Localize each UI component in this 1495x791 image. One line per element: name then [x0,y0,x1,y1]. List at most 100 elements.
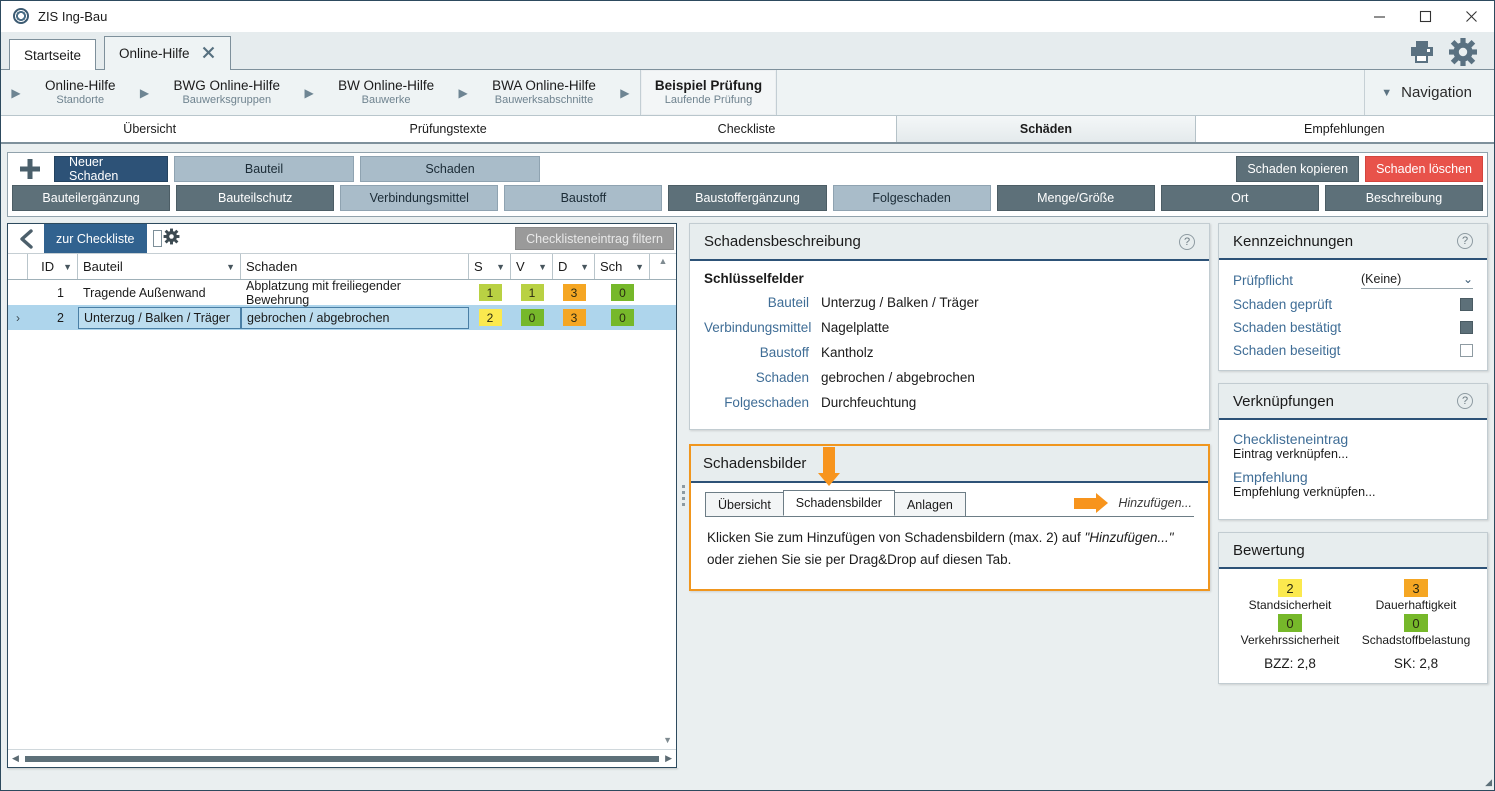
link-checklisteneintrag-sub[interactable]: Eintrag verknüpfen... [1233,447,1473,461]
breadcrumb-title: Online-Hilfe [45,77,116,93]
neuer-schaden-button[interactable]: Neuer Schaden [54,155,168,183]
print-icon[interactable] [1408,39,1436,65]
tab-label: Anlagen [906,497,953,512]
filter-icon[interactable]: ▼ [538,262,547,272]
grid-horizontal-scrollbar[interactable]: ◀ ▶ [8,749,676,767]
breadcrumb-item-bauwerke[interactable]: BW Online-Hilfe Bauwerke [324,70,448,115]
bewertung-row-2: 0 Verkehrssicherheit 0 Schadstoffbelastu… [1227,614,1479,647]
breadcrumb-item-standorte[interactable]: Online-Hilfe Standorte [31,70,130,115]
bauteilergaenzung-button[interactable]: Bauteilergänzung [12,185,171,211]
button-label: Schaden kopieren [1247,162,1349,176]
close-icon[interactable] [201,45,216,63]
scroll-right-icon[interactable]: ▶ [665,753,672,764]
grid-header-d[interactable]: D ▼ [553,254,595,279]
ort-button[interactable]: Ort [1160,185,1319,211]
verbindungsmittel-button[interactable]: Verbindungsmittel [340,185,499,211]
pruefpflicht-select[interactable]: (Keine) ⌄ [1361,272,1473,289]
schaden-beseitigt-row[interactable]: Schaden beseitigt [1233,343,1473,358]
grid-header-sch[interactable]: Sch ▼ [595,254,650,279]
bewertung-panel: Bewertung 2 Standsicherheit 3 Dauerhafti… [1218,532,1488,684]
grid-header-v[interactable]: V ▼ [511,254,553,279]
bauteilschutz-button[interactable]: Bauteilschutz [176,185,335,211]
grid-scroll-up-icon[interactable]: ▲ [650,254,676,279]
button-label: Bauteilergänzung [42,191,140,205]
schaden-kopieren-button[interactable]: Schaden kopieren [1236,156,1360,182]
baustoff-button[interactable]: Baustoff [504,185,663,211]
tab-pruefungstexte[interactable]: Prüfungstexte [299,116,598,142]
panel-body: Schlüsselfelder Bauteil Unterzug / Balke… [690,261,1209,429]
schaden-geprueft-row[interactable]: Schaden geprüft [1233,297,1473,312]
link-checklisteneintrag[interactable]: Checklisteneintrag [1233,431,1473,447]
schaden-loeschen-button[interactable]: Schaden löschen [1365,156,1483,182]
navigation-toggle[interactable]: ▼ Navigation [1364,70,1494,115]
checkbox[interactable] [1460,321,1473,334]
navigation-label: Navigation [1401,84,1472,101]
baustoffergaenzung-button[interactable]: Baustoffergänzung [668,185,827,211]
tab-empfehlungen[interactable]: Empfehlungen [1195,116,1495,142]
tab-uebersicht[interactable]: Übersicht [705,492,784,516]
menge-groesse-button[interactable]: Menge/Größe [996,185,1155,211]
grid-header-id[interactable]: ID ▼ [28,254,78,279]
cell-bauteil[interactable]: Unterzug / Balken / Träger [78,306,241,329]
panel-splitter[interactable] [677,223,689,768]
bauteil-button[interactable]: Bauteil [174,156,354,182]
link-empfehlung[interactable]: Empfehlung [1233,469,1473,485]
grid-header-bauteil[interactable]: Bauteil ▼ [78,254,241,279]
row-indicator: › [16,310,20,325]
schaden-button[interactable]: Schaden [360,156,540,182]
panel-body: Übersicht Schadensbilder Anlagen Hinzufü… [691,483,1208,589]
dropzone-message: Klicken Sie zum Hinzufügen von Schadensb… [705,517,1194,575]
help-icon[interactable]: ? [1457,233,1473,249]
zur-checkliste-button[interactable]: zur Checkliste [44,224,147,253]
breadcrumb-item-current[interactable]: Beispiel Prüfung Laufende Prüfung [639,70,778,115]
beschreibung-button[interactable]: Beschreibung [1324,185,1483,211]
tab-schadensbilder[interactable]: Schadensbilder [782,490,895,516]
cell-schaden[interactable]: gebrochen / abgebrochen [241,306,469,329]
gear-icon[interactable] [1448,37,1478,67]
tab-anlagen[interactable]: Anlagen [893,492,966,516]
filter-icon[interactable]: ▼ [580,262,589,272]
bewertung-sk: SK: 2,8 [1353,647,1479,671]
tab-uebersicht[interactable]: Übersicht [1,116,300,142]
checkbox[interactable] [1460,298,1473,311]
panel-body: 2 Standsicherheit 3 Dauerhaftigkeit 0 Ve… [1219,569,1487,683]
table-row[interactable]: › 2 Unterzug / Balken / Träger gebrochen… [8,305,676,330]
checkbox[interactable] [1460,344,1473,357]
resize-grip-icon[interactable]: ◢ [1485,777,1492,788]
grid-scroll-down-icon[interactable]: ▼ [663,735,672,745]
filter-icon[interactable]: ▼ [496,262,505,272]
scroll-thumb[interactable] [24,755,660,762]
tab-online-hilfe[interactable]: Online-Hilfe [104,36,231,70]
grid-settings-button[interactable] [147,224,188,253]
minimize-icon[interactable] [1356,1,1402,32]
tab-label: Übersicht [718,497,771,512]
grid-header-schaden[interactable]: Schaden [241,254,469,279]
plus-icon[interactable] [12,156,48,182]
filter-icon[interactable]: ▼ [226,262,235,272]
cell-d: 3 [553,280,595,305]
schaden-bestaetigt-row[interactable]: Schaden bestätigt [1233,320,1473,335]
table-row[interactable]: 1 Tragende Außenwand Abplatzung mit frei… [8,280,676,307]
close-icon[interactable] [1448,1,1494,32]
tab-checkliste[interactable]: Checkliste [597,116,897,142]
schluesselfelder-label: Schlüsselfelder [704,271,804,286]
link-empfehlung-sub[interactable]: Empfehlung verknüpfen... [1233,485,1473,499]
checklisteneintrag-filtern-button[interactable]: Checklisteneintrag filtern [515,227,674,250]
hinzufuegen-link[interactable]: Hinzufügen... [1118,496,1192,510]
maximize-icon[interactable] [1402,1,1448,32]
filter-icon[interactable]: ▼ [63,262,72,272]
help-icon[interactable]: ? [1457,393,1473,409]
help-icon[interactable]: ? [1179,233,1195,250]
badge-label: Verkehrssicherheit [1240,633,1340,647]
scroll-left-icon[interactable]: ◀ [12,753,19,764]
button-label: Bauteilschutz [217,191,293,205]
breadcrumb-item-bauwerksabschnitte[interactable]: BWA Online-Hilfe Bauwerksabschnitte [478,70,610,115]
filter-icon[interactable]: ▼ [635,262,644,272]
folgeschaden-button[interactable]: Folgeschaden [832,185,991,211]
breadcrumb-title: BWA Online-Hilfe [492,77,596,93]
breadcrumb-item-bauwerksgruppen[interactable]: BWG Online-Hilfe Bauwerksgruppen [160,70,295,115]
tab-schaeden[interactable]: Schäden [896,116,1196,142]
chevron-left-icon[interactable] [8,224,44,253]
grid-header-s[interactable]: S ▼ [469,254,511,279]
tab-startseite[interactable]: Startseite [9,39,97,70]
